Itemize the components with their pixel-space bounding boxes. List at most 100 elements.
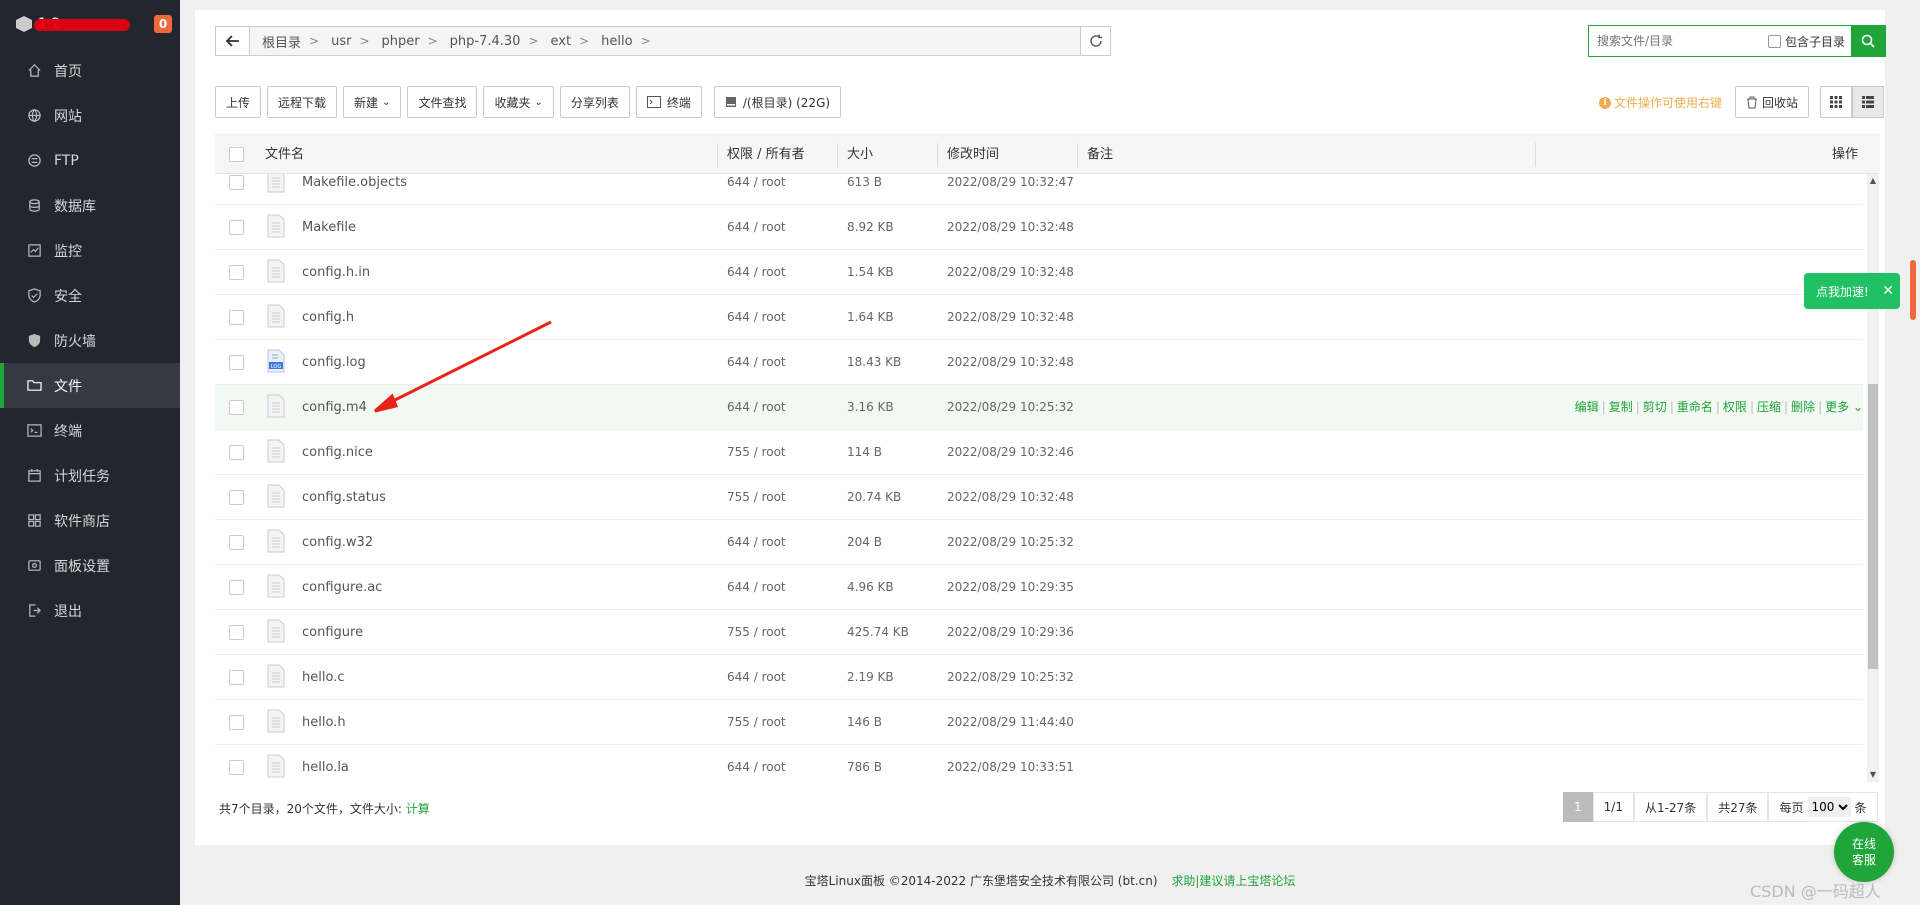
file-permission[interactable]: 755 / root	[727, 700, 786, 745]
file-search-button[interactable]: 文件查找	[407, 86, 478, 118]
chevron-down-icon[interactable]: ⌄	[1849, 400, 1863, 414]
file-permission[interactable]: 644 / root	[727, 655, 786, 700]
file-name[interactable]: configure	[302, 610, 363, 655]
table-row[interactable]: config.m4 644 / root 3.16 KB 2022/08/29 10:…	[215, 385, 1863, 430]
column-header-mtime[interactable]: 修改时间	[947, 135, 999, 175]
table-scrollbar[interactable]: ▲ ▼	[1867, 174, 1879, 782]
per-page-dropdown[interactable]: 100	[1807, 797, 1851, 817]
page-current[interactable]: 1	[1563, 792, 1593, 822]
table-row[interactable]: hello.c 644 / root 2.19 KB 2022/08/29 10:25…	[215, 655, 1863, 700]
file-permission[interactable]: 644 / root	[727, 385, 786, 430]
share-list-button[interactable]: 分享列表	[559, 86, 630, 118]
file-name[interactable]: config.h.in	[302, 250, 370, 295]
upload-button[interactable]: 上传	[215, 86, 262, 118]
close-icon[interactable]: ✕	[1882, 283, 1894, 299]
table-row[interactable]: config.nice 755 / root 114 B 2022/08/29 10:…	[215, 430, 1863, 475]
sidebar-item-website[interactable]: 网站	[0, 93, 180, 138]
file-permission[interactable]: 644 / root	[727, 174, 786, 205]
sidebar-item-logout[interactable]: 退出	[0, 588, 180, 633]
row-checkbox[interactable]	[229, 760, 244, 775]
table-row[interactable]: configure 755 / root 425.74 KB 2022/08/29 1…	[215, 610, 1863, 655]
column-header-perm[interactable]: 权限 / 所有者	[727, 135, 805, 175]
file-name[interactable]: config.w32	[302, 520, 373, 565]
back-button[interactable]	[216, 27, 250, 55]
per-page-select[interactable]: 每页 100 条	[1768, 792, 1878, 822]
scrollbar-thumb[interactable]	[1868, 384, 1878, 669]
accelerate-popup[interactable]: 点我加速! ✕	[1804, 273, 1900, 309]
search-input[interactable]	[1589, 26, 1768, 56]
row-checkbox[interactable]	[229, 175, 244, 190]
file-permission[interactable]: 644 / root	[727, 565, 786, 610]
file-name[interactable]: config.h	[302, 295, 354, 340]
favorites-dropdown-button[interactable]: 收藏夹 ⌄	[483, 86, 554, 118]
sidebar-item-cron[interactable]: 计划任务	[0, 453, 180, 498]
row-checkbox[interactable]	[229, 625, 244, 640]
new-dropdown-button[interactable]: 新建 ⌄	[343, 86, 402, 118]
row-checkbox[interactable]	[229, 400, 244, 415]
scroll-down-icon[interactable]: ▼	[1867, 768, 1879, 782]
sidebar-item-store[interactable]: 软件商店	[0, 498, 180, 543]
table-row[interactable]: config.h 644 / root 1.64 KB 2022/08/29 10:3…	[215, 295, 1863, 340]
file-permission[interactable]: 755 / root	[727, 430, 786, 475]
file-name[interactable]: configure.ac	[302, 565, 382, 610]
file-name[interactable]: hello.h	[302, 700, 346, 745]
disk-button[interactable]: /(根目录) (22G)	[713, 86, 842, 118]
remote-download-button[interactable]: 远程下载	[267, 86, 338, 118]
file-name[interactable]: config.nice	[302, 430, 373, 475]
file-permission[interactable]: 644 / root	[727, 340, 786, 385]
terminal-button[interactable]: 终端	[635, 86, 702, 118]
breadcrumb-item[interactable]: php-7.4.30	[446, 34, 525, 49]
row-checkbox[interactable]	[229, 670, 244, 685]
sidebar-item-files[interactable]: 文件	[0, 363, 180, 408]
table-row[interactable]: configure.ac 644 / root 4.96 KB 2022/08/29 …	[215, 565, 1863, 610]
forum-link[interactable]: 求助|建议请上宝塔论坛	[1171, 874, 1295, 888]
sidebar-item-security[interactable]: 安全	[0, 273, 180, 318]
file-name[interactable]: config.m4	[302, 385, 367, 430]
sidebar-item-terminal[interactable]: 终端	[0, 408, 180, 453]
row-action-4[interactable]: 权限	[1723, 400, 1747, 414]
row-checkbox[interactable]	[229, 310, 244, 325]
file-name[interactable]: Makefile	[302, 205, 356, 250]
file-name[interactable]: config.status	[302, 475, 386, 520]
file-name[interactable]: Makefile.objects	[302, 174, 407, 205]
file-permission[interactable]: 644 / root	[727, 520, 786, 565]
file-name[interactable]: hello.la	[302, 745, 349, 782]
row-checkbox[interactable]	[229, 445, 244, 460]
table-row[interactable]: Makefile 644 / root 8.92 KB 2022/08/29 10:3…	[215, 205, 1863, 250]
row-checkbox[interactable]	[229, 715, 244, 730]
file-permission[interactable]: 644 / root	[727, 205, 786, 250]
table-row[interactable]: config.w32 644 / root 204 B 2022/08/29 10:2…	[215, 520, 1863, 565]
row-checkbox[interactable]	[229, 220, 244, 235]
file-permission[interactable]: 755 / root	[727, 610, 786, 655]
table-row[interactable]: hello.h 755 / root 146 B 2022/08/29 11:44:4…	[215, 700, 1863, 745]
sidebar-item-firewall[interactable]: 防火墙	[0, 318, 180, 363]
table-row[interactable]: Makefile.objects 644 / root 613 B 2022/08/2…	[215, 174, 1863, 205]
notification-badge[interactable]: 0	[154, 15, 172, 33]
calculate-size-link[interactable]: 计算	[406, 802, 430, 816]
scroll-up-icon[interactable]: ▲	[1867, 174, 1879, 188]
checkbox[interactable]	[1767, 34, 1781, 48]
sidebar-item-home[interactable]: 首页	[0, 48, 180, 93]
list-view-button[interactable]	[1852, 86, 1884, 118]
file-name[interactable]: hello.c	[302, 655, 344, 700]
search-button[interactable]	[1851, 26, 1885, 56]
sidebar-item-settings[interactable]: 面板设置	[0, 543, 180, 588]
row-action-0[interactable]: 编辑	[1575, 400, 1599, 414]
file-permission[interactable]: 755 / root	[727, 475, 786, 520]
row-checkbox[interactable]	[229, 355, 244, 370]
table-row[interactable]: hello.la 644 / root 786 B 2022/08/29 10:33:…	[215, 745, 1863, 782]
table-row[interactable]: LOG config.log 644 / root 18.43 KB 2022/08/2…	[215, 340, 1863, 385]
table-row[interactable]: config.status 755 / root 20.74 KB 2022/08/2…	[215, 475, 1863, 520]
breadcrumb-item[interactable]: 根目录	[258, 32, 305, 51]
row-checkbox[interactable]	[229, 265, 244, 280]
online-support-button[interactable]: 在线 客服	[1834, 822, 1894, 882]
file-permission[interactable]: 644 / root	[727, 295, 786, 340]
breadcrumb-item[interactable]: ext	[547, 34, 576, 49]
file-name[interactable]: config.log	[302, 340, 366, 385]
breadcrumb-item[interactable]: phper	[378, 34, 424, 49]
sidebar-item-database[interactable]: 数据库	[0, 183, 180, 228]
file-permission[interactable]: 644 / root	[727, 745, 786, 782]
file-permission[interactable]: 644 / root	[727, 250, 786, 295]
breadcrumb-item[interactable]: usr	[327, 34, 355, 49]
row-action-5[interactable]: 压缩	[1757, 400, 1781, 414]
